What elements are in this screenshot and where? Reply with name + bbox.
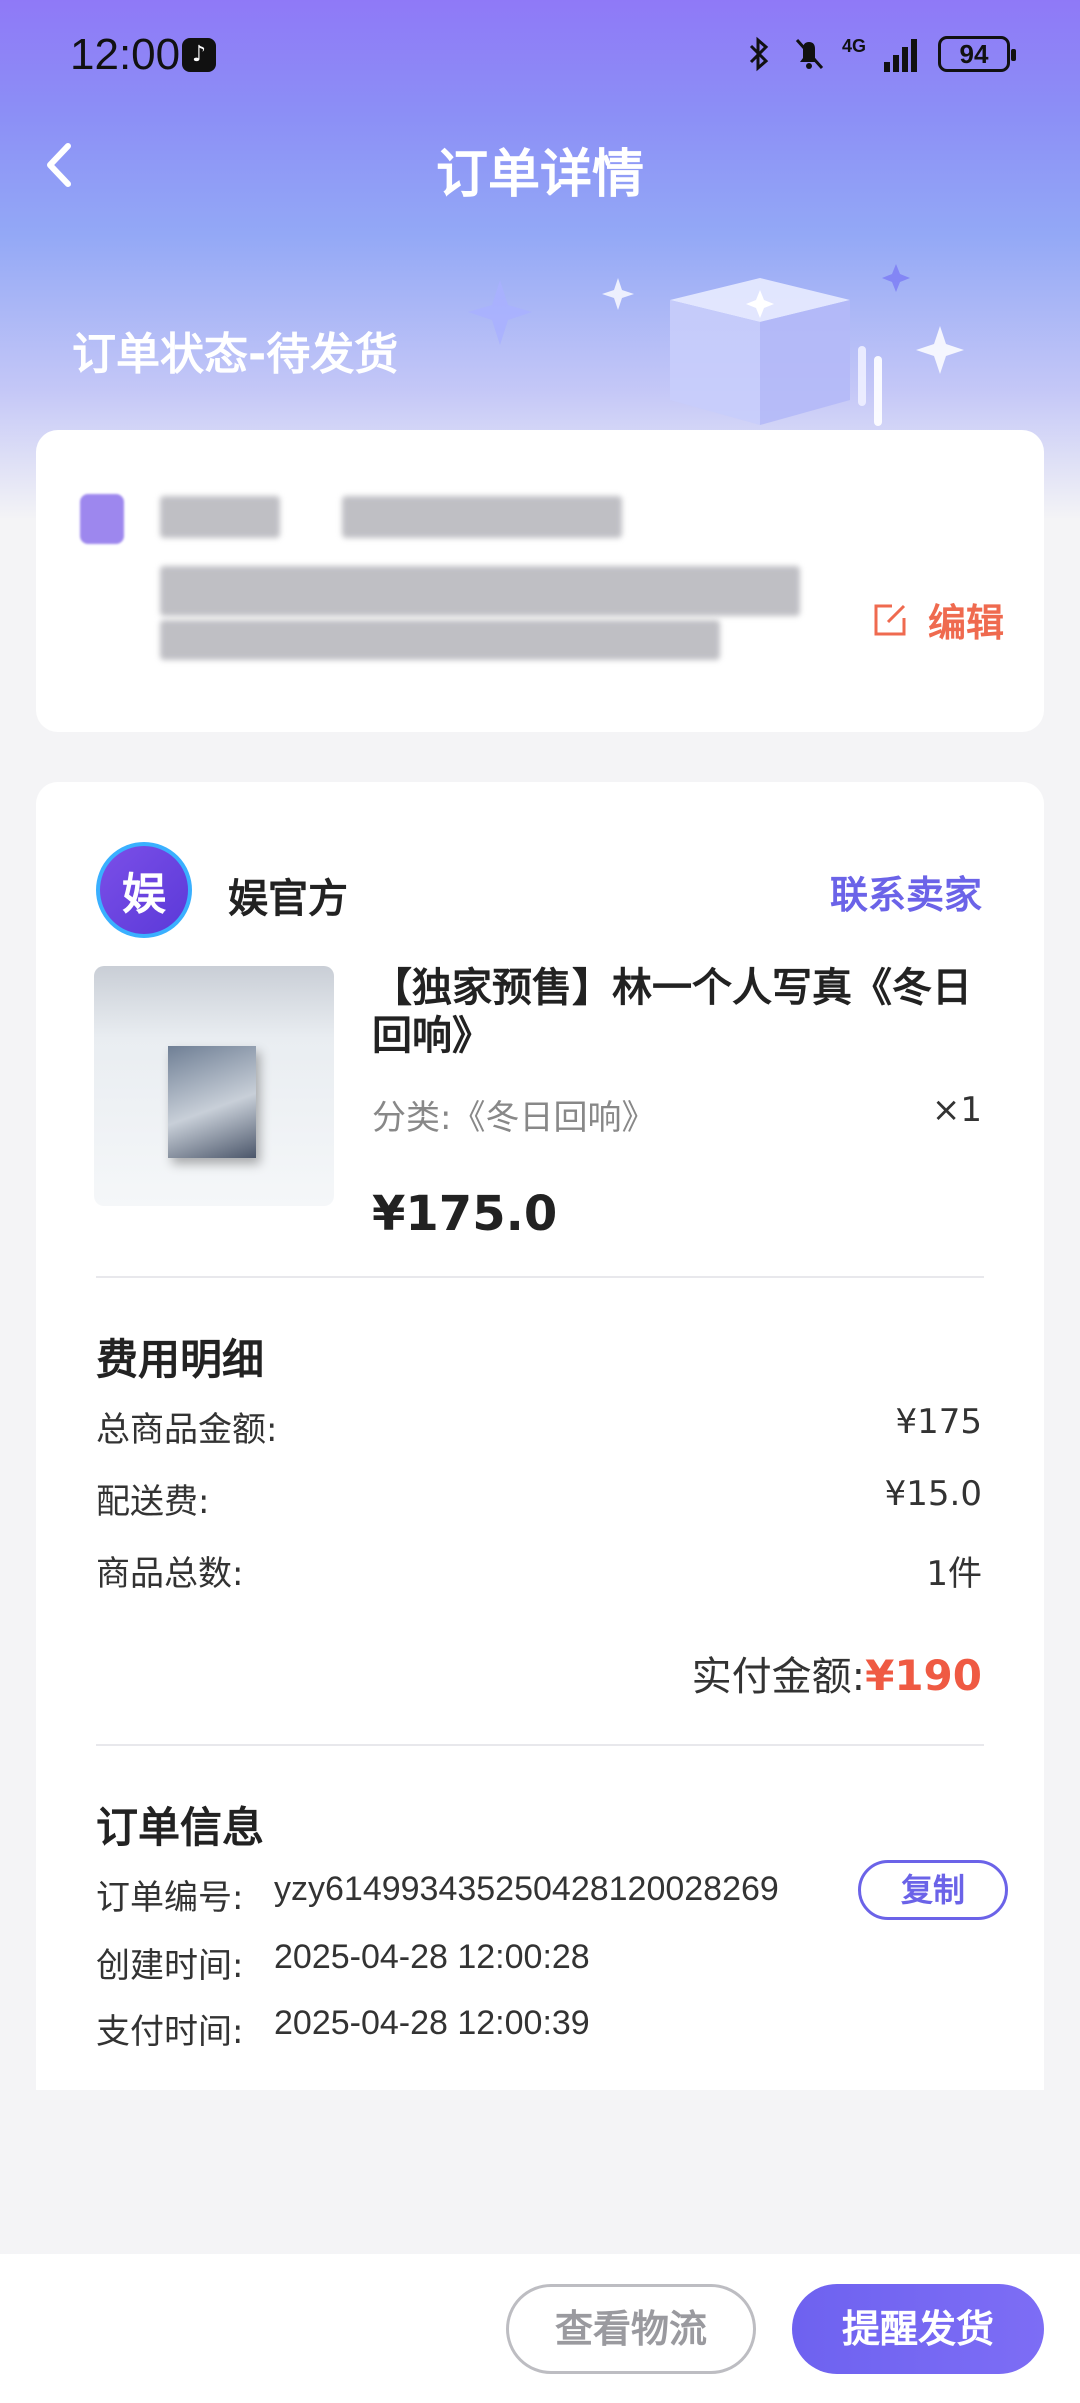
created-time-value: 2025-04-28 12:00:28 bbox=[274, 1938, 590, 1976]
product-photo bbox=[168, 1046, 256, 1158]
location-icon bbox=[80, 494, 124, 544]
signal-icon bbox=[884, 39, 917, 72]
status-time: 12:00 bbox=[70, 30, 181, 79]
shop-logo[interactable]: 娱 bbox=[96, 842, 192, 938]
product-price: ¥175.0 bbox=[372, 1186, 558, 1242]
order-card: 娱 娱官方 联系卖家 【独家预售】林一个人写真《冬日回响》 分类:《冬日回响》 … bbox=[36, 782, 1044, 2090]
address-card[interactable]: 编辑 bbox=[36, 430, 1044, 732]
paid-time-label: 支付时间: bbox=[96, 2012, 244, 2052]
fee-value-total: ¥175 bbox=[895, 1402, 982, 1442]
order-number-label: 订单编号: bbox=[96, 1878, 244, 1918]
edit-address-button[interactable]: 编辑 bbox=[928, 592, 1004, 647]
view-logistics-button[interactable]: 查看物流 bbox=[506, 2284, 756, 2374]
created-time-label: 创建时间: bbox=[96, 1946, 244, 1986]
copy-order-number-button[interactable]: 复制 bbox=[858, 1860, 1008, 1920]
fee-label-total: 总商品金额: bbox=[96, 1410, 278, 1450]
product-title[interactable]: 【独家预售】林一个人写真《冬日回响》 bbox=[372, 964, 992, 1060]
bottom-action-bar: 查看物流 提醒发货 bbox=[0, 2254, 1080, 2403]
edit-icon[interactable] bbox=[870, 600, 910, 640]
fee-label-count: 商品总数: bbox=[96, 1554, 244, 1594]
order-number-value: yzy614993435250428120028269 bbox=[274, 1870, 779, 1908]
bluetooth-icon bbox=[749, 36, 769, 72]
order-status-text: 订单状态-待发货 bbox=[72, 329, 399, 380]
battery-indicator: 94 bbox=[938, 36, 1016, 72]
fee-value-count: 1件 bbox=[926, 1554, 982, 1594]
remind-shipping-button[interactable]: 提醒发货 bbox=[792, 2284, 1044, 2374]
paid-label: 实付金额: bbox=[691, 1654, 866, 1700]
page-title: 订单详情 bbox=[435, 145, 644, 205]
recipient-phone-redacted bbox=[342, 496, 622, 538]
shop-name[interactable]: 娱官方 bbox=[228, 866, 348, 924]
status-bar: 12:00 ♪ 4G 94 bbox=[0, 0, 1080, 110]
tiktok-icon: ♪ bbox=[182, 38, 216, 72]
order-info-title: 订单信息 bbox=[96, 1803, 265, 1852]
divider bbox=[96, 1744, 984, 1746]
mute-bell-icon bbox=[795, 39, 824, 69]
paid-amount-row: 实付金额: ¥190 bbox=[692, 1644, 982, 1702]
product-thumbnail[interactable] bbox=[94, 966, 334, 1206]
contact-seller-button[interactable]: 联系卖家 bbox=[830, 864, 982, 919]
network-label: 4G bbox=[841, 35, 866, 56]
paid-value: ¥190 bbox=[865, 1651, 982, 1700]
product-variant: 分类:《冬日回响》 bbox=[372, 1098, 656, 1138]
fee-value-shipping: ¥15.0 bbox=[884, 1474, 982, 1514]
address-line2-redacted bbox=[160, 620, 720, 660]
product-quantity: ×1 bbox=[931, 1090, 982, 1130]
divider bbox=[96, 1276, 984, 1278]
gift-box-decoration-icon bbox=[468, 264, 964, 426]
fee-label-shipping: 配送费: bbox=[96, 1482, 210, 1522]
address-line-redacted bbox=[160, 566, 800, 616]
recipient-name-redacted bbox=[160, 496, 280, 538]
fee-section-title: 费用明细 bbox=[96, 1335, 265, 1384]
paid-time-value: 2025-04-28 12:00:39 bbox=[274, 2004, 590, 2042]
